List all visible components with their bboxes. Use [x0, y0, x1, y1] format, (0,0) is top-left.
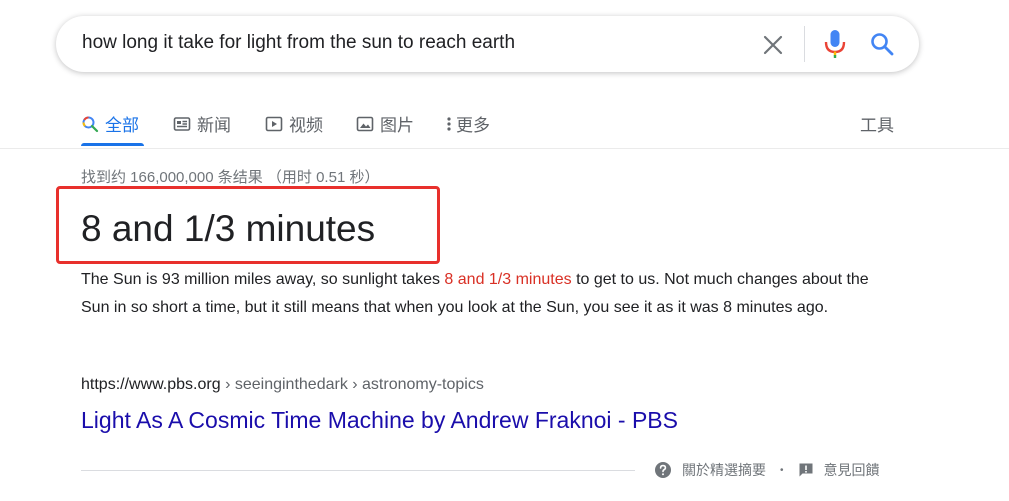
result-url-path: › seeinginthedark › astronomy-topics [220, 376, 484, 393]
result-url-domain: https://www.pbs.org [81, 376, 221, 393]
search-button[interactable] [869, 31, 895, 57]
feedback-link[interactable]: 意見回饋 [798, 460, 880, 480]
footer-separator: • [780, 464, 784, 476]
clear-button[interactable] [762, 34, 784, 56]
search-divider [804, 26, 805, 62]
mic-icon [824, 30, 846, 58]
tab-more[interactable]: 更多 [444, 111, 490, 136]
tab-images-label: 图片 [380, 116, 414, 135]
snippet-highlight: 8 and 1/3 minutes [444, 271, 572, 288]
search-input[interactable]: how long it take for light from the sun … [82, 32, 515, 54]
image-icon [356, 116, 374, 131]
about-featured-snippets-link[interactable]: 關於精選摘要 [654, 460, 766, 480]
tabs-divider [0, 148, 1009, 149]
tab-images[interactable]: 图片 [356, 111, 414, 136]
close-icon [763, 35, 783, 55]
annotation-highlight-box [56, 186, 440, 264]
featured-snippet-text: The Sun is 93 million miles away, so sun… [81, 266, 891, 321]
search-icon [871, 33, 894, 56]
tab-videos-label: 视频 [289, 116, 323, 135]
tab-videos[interactable]: 视频 [265, 111, 323, 136]
tab-all[interactable]: 全部 [81, 111, 139, 136]
tab-news-label: 新闻 [197, 116, 231, 135]
result-title-link[interactable]: Light As A Cosmic Time Machine by Andrew… [81, 407, 678, 434]
result-url[interactable]: https://www.pbs.org › seeinginthedark › … [81, 376, 484, 394]
snippet-text-before: The Sun is 93 million miles away, so sun… [81, 271, 445, 288]
news-icon [173, 116, 191, 131]
tab-more-label: 更多 [456, 116, 490, 135]
voice-search-button[interactable] [823, 29, 847, 59]
more-vert-icon [447, 116, 451, 131]
footer-divider [81, 470, 635, 471]
tools-button[interactable]: 工具 [860, 111, 894, 136]
result-stats: 找到约 166,000,000 条结果 （用时 0.51 秒） [81, 169, 380, 186]
active-tab-indicator [81, 143, 144, 146]
search-tabs: 全部 新闻 视频 图片 更多 工具 [0, 108, 1009, 150]
about-featured-snippets-label: 關於精選摘要 [682, 462, 766, 478]
feedback-icon [799, 463, 813, 477]
search-icon [82, 116, 99, 132]
tab-news[interactable]: 新闻 [173, 111, 231, 136]
feedback-label: 意見回饋 [823, 462, 880, 478]
snippet-footer: 關於精選摘要 • 意見回饋 [654, 460, 880, 480]
search-box[interactable]: how long it take for light from the sun … [56, 16, 919, 72]
video-icon [265, 116, 283, 131]
help-icon [655, 462, 671, 478]
tab-all-label: 全部 [105, 116, 139, 135]
